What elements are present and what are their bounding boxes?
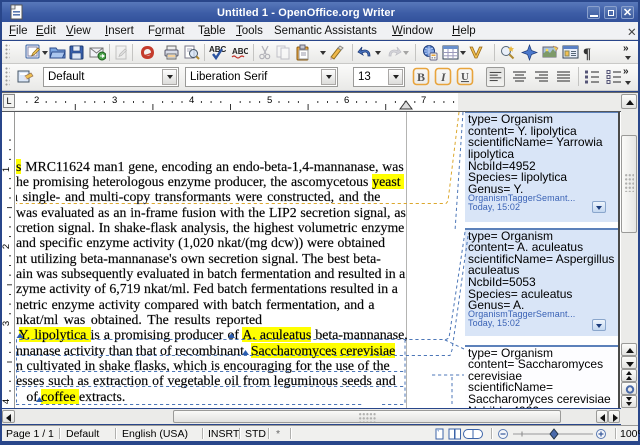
svg-text:U: U	[461, 71, 469, 83]
svg-text:ABC: ABC	[209, 45, 226, 54]
svg-text:B: B	[417, 70, 425, 84]
svg-text:ABC: ABC	[232, 47, 248, 56]
svg-text:¶: ¶	[583, 46, 591, 61]
svg-text:I: I	[440, 70, 447, 84]
